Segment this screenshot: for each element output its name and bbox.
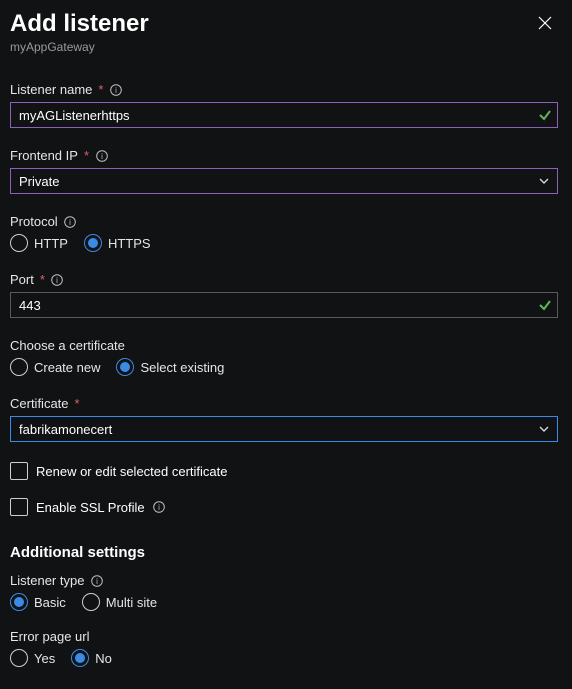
radio-icon <box>116 358 134 376</box>
radio-icon <box>10 593 28 611</box>
radio-icon <box>82 593 100 611</box>
close-icon[interactable] <box>538 16 558 36</box>
choose-cert-label: Choose a certificate <box>10 338 125 353</box>
info-icon[interactable]: i <box>95 149 108 162</box>
certificate-select[interactable]: fabrikamonecert <box>10 416 558 442</box>
additional-settings-title: Additional settings <box>10 544 558 561</box>
listener-multi-label: Multi site <box>106 595 157 610</box>
info-icon[interactable]: i <box>90 574 103 587</box>
listener-name-input[interactable] <box>10 102 558 128</box>
radio-icon <box>10 649 28 667</box>
listener-basic-option[interactable]: Basic <box>10 593 66 611</box>
error-page-label: Error page url <box>10 629 89 644</box>
svg-text:i: i <box>115 86 117 95</box>
cert-select-existing-option[interactable]: Select existing <box>116 358 224 376</box>
certificate-label: Certificate <box>10 396 69 411</box>
protocol-https-option[interactable]: HTTPS <box>84 234 151 252</box>
required-mark: * <box>98 82 103 97</box>
radio-icon <box>10 234 28 252</box>
checkbox-icon <box>10 462 28 480</box>
required-mark: * <box>75 396 80 411</box>
protocol-label: Protocol <box>10 214 58 229</box>
required-mark: * <box>40 272 45 287</box>
info-icon[interactable]: i <box>109 83 122 96</box>
info-icon[interactable]: i <box>64 215 77 228</box>
page-title: Add listener <box>10 10 149 38</box>
listener-name-label: Listener name <box>10 82 92 97</box>
port-input[interactable] <box>10 292 558 318</box>
listener-basic-label: Basic <box>34 595 66 610</box>
renew-cert-label: Renew or edit selected certificate <box>36 464 227 479</box>
listener-multi-option[interactable]: Multi site <box>82 593 157 611</box>
frontend-ip-select[interactable]: Private <box>10 168 558 194</box>
checkbox-icon <box>10 498 28 516</box>
error-page-yes-label: Yes <box>34 651 55 666</box>
svg-text:i: i <box>158 503 160 512</box>
enable-ssl-row[interactable]: Enable SSL Profile i <box>10 498 558 516</box>
info-icon[interactable]: i <box>51 273 64 286</box>
cert-create-new-option[interactable]: Create new <box>10 358 100 376</box>
svg-text:i: i <box>57 276 59 285</box>
radio-icon <box>84 234 102 252</box>
required-mark: * <box>84 148 89 163</box>
cert-create-new-label: Create new <box>34 360 100 375</box>
protocol-https-label: HTTPS <box>108 236 151 251</box>
error-page-no-option[interactable]: No <box>71 649 112 667</box>
check-icon <box>538 298 552 312</box>
certificate-value: fabrikamonecert <box>19 422 112 437</box>
enable-ssl-label: Enable SSL Profile <box>36 500 145 515</box>
protocol-http-label: HTTP <box>34 236 68 251</box>
error-page-yes-option[interactable]: Yes <box>10 649 55 667</box>
check-icon <box>538 108 552 122</box>
renew-cert-row[interactable]: Renew or edit selected certificate <box>10 462 558 480</box>
frontend-ip-label: Frontend IP <box>10 148 78 163</box>
listener-type-label: Listener type <box>10 573 84 588</box>
svg-text:i: i <box>96 577 98 586</box>
cert-select-existing-label: Select existing <box>140 360 224 375</box>
svg-text:i: i <box>101 152 103 161</box>
info-icon[interactable]: i <box>153 501 166 514</box>
svg-text:i: i <box>69 218 71 227</box>
port-label: Port <box>10 272 34 287</box>
radio-icon <box>71 649 89 667</box>
frontend-ip-value: Private <box>19 174 59 189</box>
error-page-no-label: No <box>95 651 112 666</box>
radio-icon <box>10 358 28 376</box>
subtitle: myAppGateway <box>10 40 558 54</box>
protocol-http-option[interactable]: HTTP <box>10 234 68 252</box>
